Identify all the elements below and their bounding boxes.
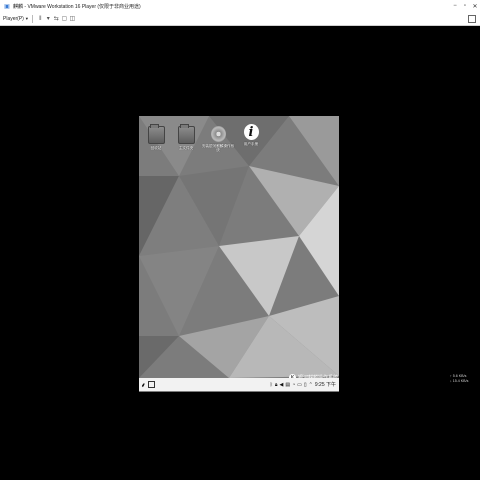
guest-taskbar: ⸙ ᛒ 🔒︎ ◀ ▤ ◔ ▭ ▯ ⌃ 9:25 下午 [139,378,339,391]
desktop-icon-manual[interactable]: i 用户手册 [234,124,268,146]
toolbar-divider [31,14,33,23]
send-ctrl-alt-del-icon[interactable]: ⇆ [53,14,60,23]
unity-icon[interactable]: ◫ [69,14,76,23]
maximize-button[interactable]: ▫ [460,0,470,12]
network-icon[interactable]: ◔ [292,382,295,388]
info-icon: i [243,124,259,140]
volume-icon[interactable]: ◀ [280,382,284,388]
player-menu-label: Player(P) [3,15,24,22]
dropdown-chevron-icon[interactable]: ▾ [45,14,52,23]
vm-settings-icon[interactable]: ▢ [61,14,68,23]
desktop-icon-trash[interactable]: 回收站 [139,124,173,150]
close-button[interactable]: ✕ [470,0,480,12]
bluetooth-icon[interactable]: ᛒ [270,382,273,388]
chevron-down-icon: ▼ [24,16,29,21]
window-title: 麒麟 - VMware Workstation 16 Player (仅限于非商… [13,3,141,10]
player-menu[interactable]: Player(P) ▼ [3,16,29,22]
desktop-icon-label: 安装银河麒麟操作系统 [201,144,235,153]
desktop-icon-home[interactable]: 主文件夹 [169,124,203,150]
clipboard-icon[interactable]: ▯ [304,382,307,388]
desktop-icon-label: 主文件夹 [178,146,194,150]
desktop-icon-label: 用户手册 [243,142,259,146]
toolbar: Player(P) ▼ ‖ ▾ ⇆ ▢ ◫ [0,12,480,26]
home-folder-icon [177,124,195,144]
net-speed-widget: ↑ 5.6 KB/s ↓ 15.4 KB/s [450,374,468,384]
lock-icon[interactable]: 🔒︎ [275,382,278,388]
minimize-button[interactable]: − [450,0,460,12]
system-tray: ᛒ 🔒︎ ◀ ▤ ◔ ▭ ▯ ⌃ 9:25 下午 [268,381,336,389]
desktop-icon-label: 回收站 [150,146,162,150]
keyboard-icon[interactable]: ▭ [297,382,302,388]
vm-guest-screen[interactable]: 回收站 主文件夹 安装银河麒麟操作系统 i 用户手册 K 银河麒麟操作系统 [139,116,339,392]
notification-icon[interactable]: ⌃ [309,382,313,388]
installer-disc-icon [210,126,226,142]
trash-folder-icon [147,124,165,144]
kylin-start-icon[interactable]: ⸙ [141,381,146,389]
printer-icon[interactable]: ▤ [285,382,290,388]
wallpaper [139,116,339,392]
pause-icon[interactable]: ‖ [37,14,44,23]
title-bar: ▣ 麒麟 - VMware Workstation 16 Player (仅限于… [0,0,480,12]
vmware-icon: ▣ [4,3,10,10]
clock[interactable]: 9:25 下午 [315,381,336,388]
download-speed: ↓ 15.4 KB/s [450,379,469,383]
fullscreen-icon[interactable] [468,14,476,23]
show-desktop-icon[interactable] [147,381,155,388]
desktop-icon-installer[interactable]: 安装银河麒麟操作系统 [201,126,235,153]
